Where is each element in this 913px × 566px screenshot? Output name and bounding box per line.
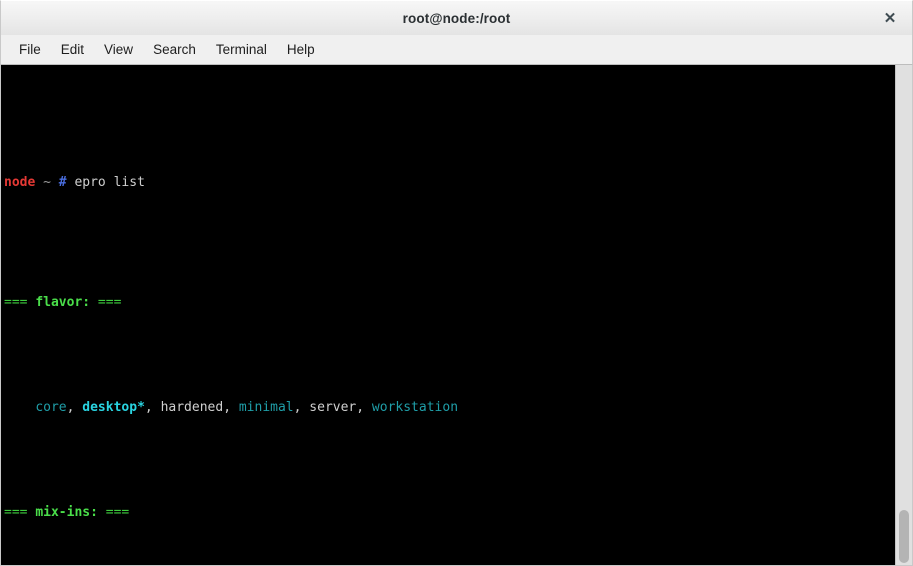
- term-token: ,: [293, 400, 310, 415]
- close-icon[interactable]: ✕: [880, 8, 900, 28]
- term-token: [12, 400, 35, 415]
- menu-item-help[interactable]: Help: [277, 39, 325, 60]
- term-token: minimal: [238, 400, 294, 415]
- term-token: [4, 400, 12, 415]
- spacer-line: [4, 460, 895, 475]
- section-marker-right: ===: [97, 505, 130, 520]
- spacer-line: [4, 355, 895, 370]
- scrollbar-thumb[interactable]: [899, 510, 909, 563]
- window-title: root@node:/root: [402, 10, 511, 26]
- title-bar: root@node:/root ✕: [0, 0, 913, 35]
- term-token: ,: [356, 400, 372, 415]
- spacer-line: [4, 115, 895, 130]
- section-header-flavor: === flavor: ===: [4, 295, 895, 310]
- term-token: ,: [144, 400, 161, 415]
- flavor-list-line: core, desktop*, hardened, minimal, serve…: [4, 400, 895, 415]
- terminal-window: root@node:/root ✕ File Edit View Search …: [0, 0, 913, 566]
- section-name: mix-ins:: [35, 505, 98, 520]
- term-token: ,: [66, 400, 83, 415]
- section-marker-right: ===: [90, 295, 122, 310]
- prompt-sigil: #: [58, 175, 67, 190]
- section-header-mixins: === mix-ins: ===: [4, 505, 895, 520]
- prompt-line-command: node ~ # epro list: [4, 175, 895, 190]
- menu-item-view[interactable]: View: [94, 39, 143, 60]
- menu-item-search[interactable]: Search: [143, 39, 206, 60]
- term-token: workstation: [371, 400, 459, 415]
- prompt-command: epro list: [74, 175, 145, 190]
- section-name: flavor:: [35, 295, 91, 310]
- terminal-scrollbar[interactable]: [895, 65, 912, 565]
- section-marker-left: ===: [4, 505, 36, 520]
- menu-bar: File Edit View Search Terminal Help: [0, 35, 913, 65]
- term-token: desktop*: [82, 400, 145, 415]
- term-token: hardened: [160, 400, 224, 415]
- term-token: server: [309, 400, 357, 415]
- menu-item-file[interactable]: File: [9, 39, 51, 60]
- terminal-area: node ~ # epro list === flavor: === core,…: [0, 65, 913, 566]
- menu-item-edit[interactable]: Edit: [51, 39, 94, 60]
- section-marker-left: ===: [4, 295, 36, 310]
- spacer-line: [4, 235, 895, 250]
- prompt-path: ~: [43, 175, 51, 190]
- menu-item-terminal[interactable]: Terminal: [206, 39, 277, 60]
- term-token: ,: [223, 400, 239, 415]
- terminal-output[interactable]: node ~ # epro list === flavor: === core,…: [1, 65, 895, 565]
- term-token: core: [35, 400, 67, 415]
- prompt-host: node: [4, 175, 36, 190]
